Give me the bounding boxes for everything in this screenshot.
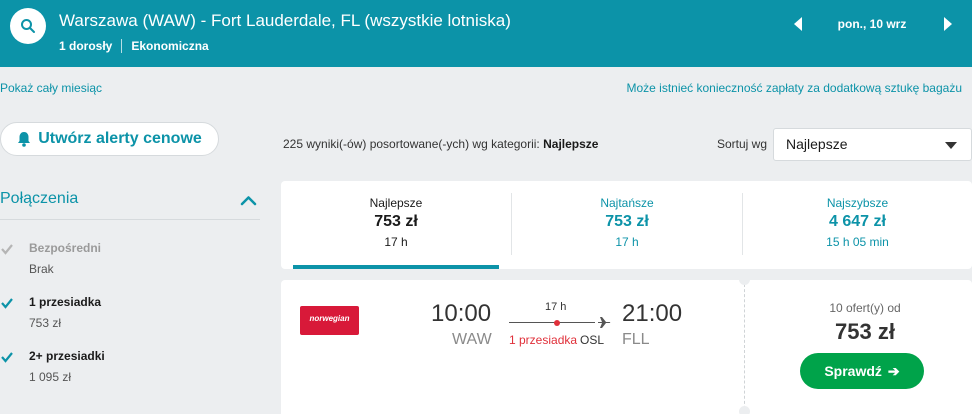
tab-price: 4 647 zł xyxy=(829,213,886,230)
arrow-right-icon: ➔ xyxy=(887,362,900,379)
tab-fastest[interactable]: Najszybsze 4 647 zł 15 h 05 min xyxy=(743,181,972,269)
flight-result-card[interactable]: norwegian 10:00 WAW 17 h 1 przesiadka OS… xyxy=(281,274,972,414)
flight-duration: 17 h xyxy=(545,301,567,313)
search-header: Warszawa (WAW) - Fort Lauderdale, FL (ws… xyxy=(0,0,972,67)
active-tab-indicator xyxy=(293,265,499,269)
create-price-alert-button[interactable]: Utwórz alerty cenowe xyxy=(0,122,219,156)
connections-filter-title[interactable]: Połączenia xyxy=(0,190,78,208)
check-button-label: Sprawdź xyxy=(824,363,882,379)
tab-duration: 17 h xyxy=(384,235,408,249)
chevron-right-icon[interactable] xyxy=(943,17,953,31)
plane-icon xyxy=(598,317,611,328)
baggage-notice-link[interactable]: Może istnieć konieczność zapłaty za doda… xyxy=(626,81,962,95)
filter-label: 1 przesiadka xyxy=(29,295,102,309)
search-button[interactable] xyxy=(10,8,46,44)
stops-count: 1 przesiadka xyxy=(509,333,578,347)
filter-price: 753 zł xyxy=(29,316,62,330)
passengers-count: 1 dorosły xyxy=(59,39,113,53)
results-sort-category: Najlepsze xyxy=(543,137,599,151)
bell-icon xyxy=(18,132,31,147)
tab-best[interactable]: Najlepsze 753 zł 17 h xyxy=(281,181,511,269)
tab-title: Najtańsze xyxy=(600,196,654,210)
route-line xyxy=(509,322,595,323)
tab-price: 753 zł xyxy=(374,213,418,230)
checkmark-icon[interactable] xyxy=(0,350,14,364)
airline-logo: norwegian xyxy=(300,306,359,335)
arrival-time: 21:00 xyxy=(622,300,683,327)
tab-cheapest[interactable]: Najtańsze 753 zł 17 h xyxy=(512,181,742,269)
tab-title: Najlepsze xyxy=(369,196,423,210)
checkmark-icon[interactable] xyxy=(0,296,14,310)
selected-date[interactable]: pon., 10 wrz xyxy=(810,17,934,31)
check-deal-button[interactable]: Sprawdź ➔ xyxy=(800,353,924,389)
filter-label: Bezpośredni xyxy=(29,241,102,255)
caret-down-icon xyxy=(945,142,957,149)
chevron-up-icon[interactable] xyxy=(240,195,257,206)
card-notch xyxy=(739,274,750,285)
divider xyxy=(121,39,123,53)
tab-price: 753 zł xyxy=(605,213,649,230)
sort-selected-value: Najlepsze xyxy=(786,136,848,152)
divider xyxy=(744,284,745,414)
arrival-airport: FLL xyxy=(622,331,650,348)
filter-price: Brak xyxy=(29,262,54,276)
divider xyxy=(0,219,260,220)
filter-price: 1 095 zł xyxy=(29,370,72,384)
departure-airport: WAW xyxy=(452,331,492,348)
results-count: 225 wyniki(-ów) posortowane(-ych) wg kat… xyxy=(283,137,598,151)
cabin-class: Ekonomiczna xyxy=(131,39,209,53)
tab-title: Najszybsze xyxy=(826,196,889,210)
route-title[interactable]: Warszawa (WAW) - Fort Lauderdale, FL (ws… xyxy=(59,11,511,31)
search-icon xyxy=(21,19,35,33)
tab-duration: 15 h 05 min xyxy=(826,235,889,249)
sort-label: Sortuj wg xyxy=(717,137,768,151)
alert-button-label: Utwórz alerty cenowe xyxy=(38,130,202,147)
sort-tabs: Najlepsze 753 zł 17 h Najtańsze 753 zł 1… xyxy=(281,181,972,269)
chevron-left-icon[interactable] xyxy=(793,17,803,31)
show-month-link[interactable]: Pokaż cały miesiąc xyxy=(0,81,102,95)
layover-airport: OSL xyxy=(580,333,605,347)
departure-time: 10:00 xyxy=(431,300,492,327)
tab-duration: 17 h xyxy=(615,235,639,249)
offers-count: 10 ofert(y) od xyxy=(829,301,901,315)
filter-label: 2+ przesiadki xyxy=(29,349,105,363)
sort-select[interactable]: Najlepsze xyxy=(773,128,972,161)
results-count-text: 225 wyniki(-ów) posortowane(-ych) wg kat… xyxy=(283,137,544,151)
stop-dot xyxy=(554,320,560,326)
checkmark-icon[interactable] xyxy=(0,242,14,256)
card-notch xyxy=(739,406,750,414)
trip-details[interactable]: 1 dorosły Ekonomiczna xyxy=(59,39,209,53)
result-price: 753 zł xyxy=(835,319,895,344)
